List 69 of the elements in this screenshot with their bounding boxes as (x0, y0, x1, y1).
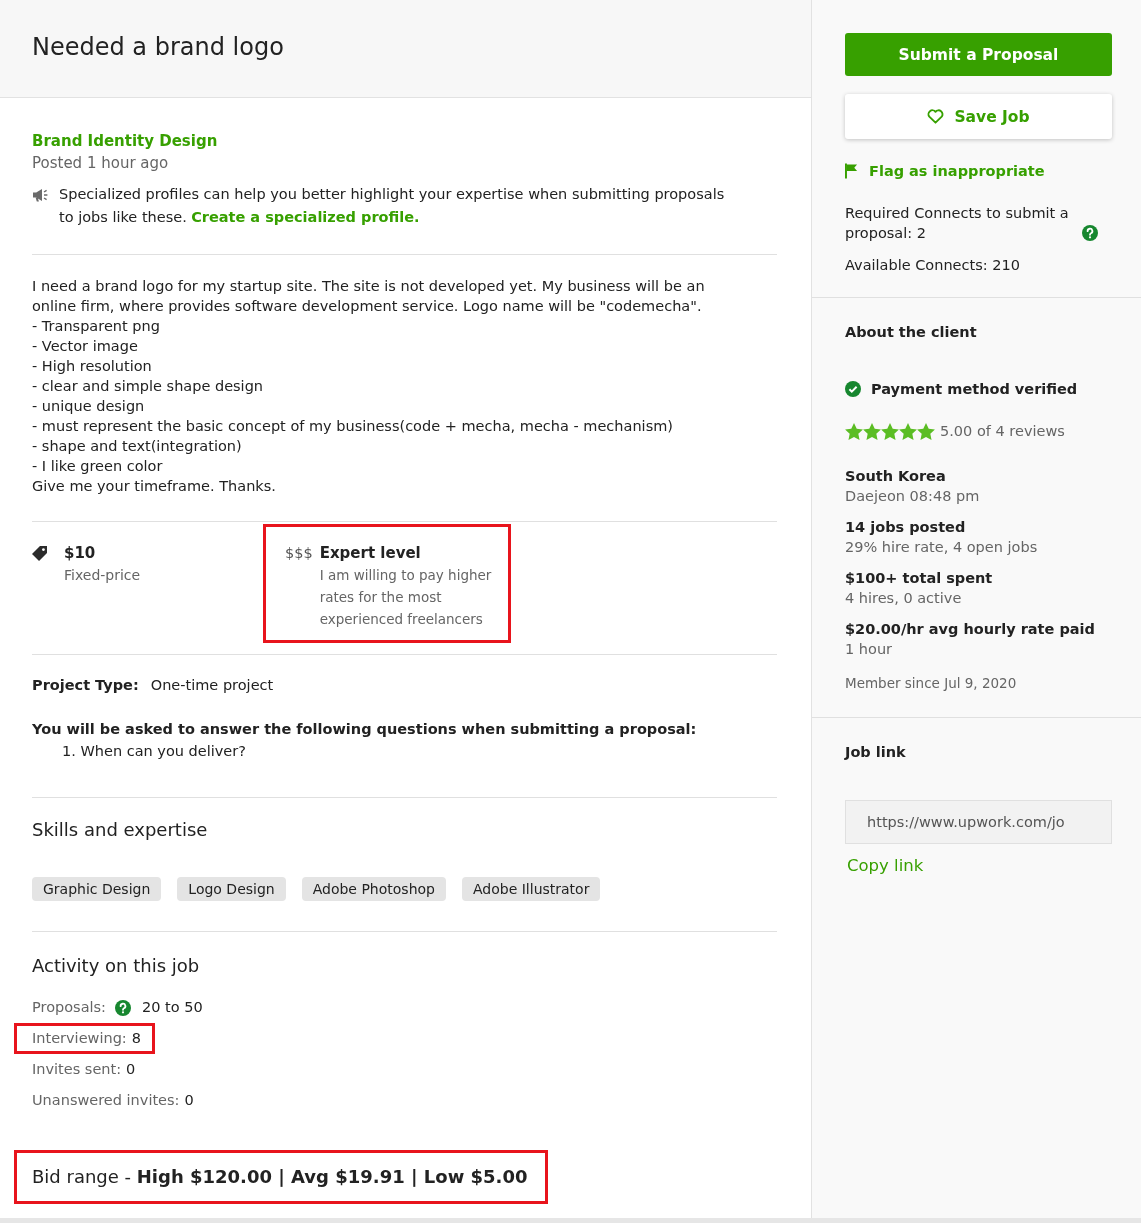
client-fact-detail: 1 hour (845, 640, 893, 659)
section-title: Job link (845, 743, 906, 762)
client-fact-title: $20.00/hr avg hourly rate paid (845, 620, 1095, 639)
client-fact-title: South Korea (845, 467, 946, 486)
stat-value: 0 (126, 1061, 136, 1078)
description-text: - Vector image (32, 337, 138, 356)
budget-amount: $10 (64, 543, 96, 564)
stat-value: 20 to 50 (142, 999, 203, 1016)
megaphone-icon (32, 188, 48, 202)
description-text: - clear and simple shape design (32, 377, 264, 396)
submit-proposal-button[interactable]: Submit a Proposal (845, 33, 1112, 76)
heart-icon (927, 109, 945, 124)
price-level-symbol: $$$ (285, 544, 313, 563)
description-text: I need a brand logo for my startup site. The site is not developed yet. My business will be an online firm, where provides software development service. Logo name will be "codemecha". (32, 277, 706, 316)
star-icon (899, 422, 917, 440)
help-icon (1082, 225, 1098, 241)
questions-intro: You will be asked to answer the following questions when submitting a proposal: (32, 720, 697, 739)
description-text: - Transparent png (32, 317, 160, 336)
star-icon (845, 422, 863, 440)
stat-label: Unanswered invites: (32, 1092, 180, 1109)
notice-text: Specialized profiles can help you better highlight your expertise when submitting proposals to jobs like these. Create a specialized profile. (59, 185, 726, 227)
payment-status: Payment method verified (871, 380, 1078, 399)
section-title: Activity on this job (32, 954, 200, 978)
description-text: - unique design (32, 397, 145, 416)
bid-range-text: Bid range - High $120.00 | Avg $19.91 | Low $5.00 (32, 1165, 528, 1189)
job-title: Needed a brand logo (32, 33, 284, 61)
client-fact-detail: Daejeon 08:48 pm (845, 487, 980, 506)
experience-description: I am willing to pay higher rates for the most experienced freelancers (319, 566, 493, 629)
price-tag-icon (32, 546, 47, 561)
section-title: About the client (845, 323, 977, 342)
star-icon (863, 422, 881, 440)
section-title: Skills and expertise (32, 818, 208, 842)
rating-text: 5.00 of 4 reviews (940, 422, 1065, 441)
skill-tag[interactable]: Adobe Illustrator (462, 877, 601, 901)
skill-tag[interactable]: Logo Design (177, 877, 286, 901)
skill-tag[interactable]: Adobe Photoshop (301, 877, 446, 901)
member-since: Member since Jul 9, 2020 (845, 674, 1017, 693)
client-fact-title: $100+ total spent (845, 569, 993, 588)
specialized-profile-link[interactable]: Create a specialized profile. (191, 209, 420, 225)
project-type-value: One-time project (150, 676, 274, 695)
flag-link[interactable]: Flag as inappropriate (845, 161, 1045, 181)
experience-level: Expert level (319, 543, 421, 564)
available-connects-text: Available Connects: 210 (845, 256, 1020, 275)
description-text: - I like green color (32, 457, 163, 476)
skill-tag[interactable]: Graphic Design (32, 877, 162, 901)
description-text: - shape and text(integration) (32, 437, 242, 456)
copy-link-button[interactable]: Copy link (847, 855, 924, 877)
description-text: - must represent the basic concept of my business(code + mecha, mecha - mechanism) (32, 417, 673, 436)
stat-label: Interviewing: (32, 1030, 127, 1047)
budget-type: Fixed-price (64, 566, 141, 585)
job-link-field[interactable]: https://www.upwork.com/jo (845, 800, 1112, 844)
client-fact-detail: 4 hires, 0 active (845, 589, 962, 608)
client-fact-detail: 29% hire rate, 4 open jobs (845, 538, 1038, 557)
stat-value: 0 (184, 1092, 194, 1109)
flag-icon (845, 163, 858, 179)
category-link[interactable]: Brand Identity Design (32, 130, 218, 152)
required-connects-text: Required Connects to submit a proposal: 2 (845, 204, 1070, 243)
posted-time: Posted 1 hour ago (32, 153, 169, 174)
save-job-button[interactable]: Save Job (845, 94, 1112, 139)
star-icon (917, 422, 935, 440)
description-text: - High resolution (32, 357, 152, 376)
description-text: Give me your timeframe. Thanks. (32, 477, 276, 496)
question-text: 1. When can you deliver? (62, 742, 246, 761)
client-fact-title: 14 jobs posted (845, 518, 966, 537)
stat-value: 8 (131, 1030, 141, 1047)
stat-label: Proposals: (32, 999, 106, 1016)
star-icon (881, 422, 899, 440)
project-type-label: Project Type: (32, 676, 139, 695)
stat-label: Invites sent: (32, 1061, 122, 1078)
